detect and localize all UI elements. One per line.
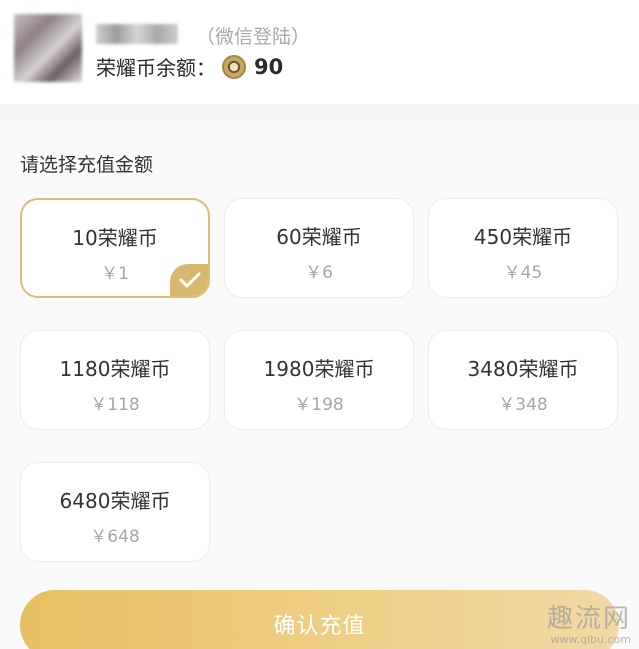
option-coins: 450荣耀币 [473, 225, 573, 249]
option-price: ￥648 [90, 527, 140, 547]
balance-row: 荣耀币余额： 90 [96, 52, 283, 81]
option-coins: 6480荣耀币 [59, 489, 171, 513]
option-coins: 3480荣耀币 [467, 357, 579, 381]
option-60-coins[interactable]: 60荣耀币 ￥6 [224, 198, 414, 298]
avatar [14, 14, 82, 82]
option-6480-coins[interactable]: 6480荣耀币 ￥648 [20, 462, 210, 562]
profile-header: （微信登陆） 荣耀币余额： 90 [0, 0, 639, 104]
selected-check-badge [170, 264, 208, 296]
watermark-url: www.qlbu.com [550, 633, 631, 646]
coin-icon [222, 54, 246, 79]
option-price: ￥45 [503, 263, 543, 283]
balance-value: 90 [254, 54, 284, 79]
option-coins: 1980荣耀币 [263, 357, 375, 381]
checkmark-icon [179, 272, 201, 288]
balance-label: 荣耀币余额： [96, 56, 216, 80]
option-450-coins[interactable]: 450荣耀币 ￥45 [428, 198, 618, 298]
option-coins: 60荣耀币 [276, 225, 362, 249]
option-1980-coins[interactable]: 1980荣耀币 ￥198 [224, 330, 414, 430]
option-3480-coins[interactable]: 3480荣耀币 ￥348 [428, 330, 618, 430]
option-1180-coins[interactable]: 1180荣耀币 ￥118 [20, 330, 210, 430]
section-title: 请选择充值金额 [20, 154, 154, 176]
option-10-coins[interactable]: 10荣耀币 ￥1 [20, 198, 210, 298]
option-price: ￥118 [90, 395, 140, 415]
username-blurred [96, 24, 178, 44]
option-coins: 10荣耀币 [72, 226, 158, 250]
option-price: ￥198 [294, 395, 344, 415]
watermark: 趣流网 www.qlbu.com [547, 598, 631, 646]
login-type-label: （微信登陆） [196, 26, 311, 48]
option-price: ￥6 [305, 263, 333, 283]
option-price: ￥348 [498, 395, 548, 415]
confirm-recharge-button[interactable]: 确认充值 [20, 590, 619, 649]
option-coins: 1180荣耀币 [59, 357, 171, 381]
watermark-text: 趣流网 [546, 604, 631, 634]
